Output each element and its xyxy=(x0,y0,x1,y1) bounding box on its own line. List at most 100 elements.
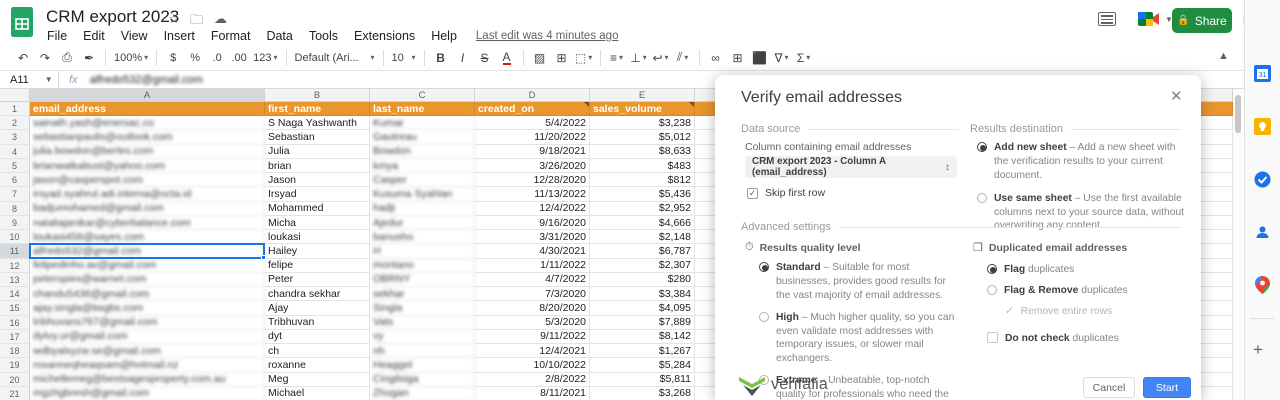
cell-B15[interactable]: Ajay xyxy=(265,301,370,315)
cell-E8[interactable]: $2,952 xyxy=(590,202,695,216)
cell-E7[interactable]: $5,436 xyxy=(590,187,695,201)
row-number[interactable]: 11 xyxy=(0,244,30,258)
column-header-B[interactable]: B xyxy=(265,89,370,102)
last-edit-link[interactable]: Last edit was 4 minutes ago xyxy=(476,30,619,42)
cell-D7[interactable]: 11/13/2022 xyxy=(475,187,590,201)
cell-C17[interactable]: vy xyxy=(370,330,475,344)
cell-E13[interactable]: $280 xyxy=(590,273,695,287)
cell-C13[interactable]: OBRNY xyxy=(370,273,475,287)
cell-B5[interactable]: brian xyxy=(265,159,370,173)
borders-button[interactable]: ⊞ xyxy=(551,47,573,69)
cell-D17[interactable]: 9/11/2022 xyxy=(475,330,590,344)
cell-E14[interactable]: $3,384 xyxy=(590,287,695,301)
cell-D21[interactable]: 8/11/2021 xyxy=(475,387,590,400)
text-rotation-button[interactable]: ⫽▾ xyxy=(672,47,694,69)
cell-A13[interactable]: peterspies@warnet.com xyxy=(30,273,265,287)
cell-B7[interactable]: Irsyad xyxy=(265,187,370,201)
cell-B8[interactable]: Mohammed xyxy=(265,202,370,216)
row-number[interactable]: 10 xyxy=(0,230,30,244)
cell-D2[interactable]: 5/4/2022 xyxy=(475,116,590,130)
cell-C10[interactable]: banusho xyxy=(370,230,475,244)
row-number[interactable]: 21 xyxy=(0,387,30,400)
cell-A17[interactable]: dytvy.ur@gmail.com xyxy=(30,330,265,344)
cell-B20[interactable]: Meg xyxy=(265,373,370,387)
zoom-select[interactable]: 100%▾ xyxy=(111,47,151,69)
cell-E21[interactable]: $3,268 xyxy=(590,387,695,400)
merge-cells-button[interactable]: ⬚▾ xyxy=(573,47,595,69)
cell-D16[interactable]: 5/3/2020 xyxy=(475,316,590,330)
document-title[interactable]: CRM export 2023 xyxy=(46,7,179,27)
cell-A15[interactable]: ajay.singla@bsgbs.com xyxy=(30,301,265,315)
cell-C12[interactable]: montano xyxy=(370,259,475,273)
strikethrough-button[interactable]: S xyxy=(474,47,496,69)
cell-B3[interactable]: Sebastian xyxy=(265,130,370,144)
bold-button[interactable]: B xyxy=(430,47,452,69)
cell-E4[interactable]: $8,633 xyxy=(590,145,695,159)
cell-A5[interactable]: brianwalkabust@yahoo.com xyxy=(30,159,265,173)
menu-data[interactable]: Data xyxy=(259,28,299,44)
close-icon[interactable]: ✕ xyxy=(1170,87,1183,105)
quality-option-high[interactable]: High – Much higher quality, so you can e… xyxy=(759,311,957,367)
column-header-A[interactable]: A xyxy=(30,89,265,102)
cell-D14[interactable]: 7/3/2020 xyxy=(475,287,590,301)
keep-icon[interactable] xyxy=(1251,115,1273,137)
cell-E6[interactable]: $812 xyxy=(590,173,695,187)
more-formats-button[interactable]: 123▾ xyxy=(250,47,280,69)
cell-D18[interactable]: 12/4/2021 xyxy=(475,344,590,358)
quality-option-standard[interactable]: Standard – Suitable for most businesses,… xyxy=(759,261,957,303)
row-number[interactable]: 3 xyxy=(0,130,30,144)
format-currency-button[interactable]: $ xyxy=(162,47,184,69)
duplicates-option-3[interactable]: ✓Remove entire rows xyxy=(1005,305,1177,319)
cell-A4[interactable]: julia.bowdon@berles.com xyxy=(30,145,265,159)
cloud-status-icon[interactable]: ☁ xyxy=(214,11,227,27)
column-header-D[interactable]: D xyxy=(475,89,590,102)
cell-C2[interactable]: Kumar xyxy=(370,116,475,130)
duplicates-option-2[interactable]: Flag & Remove duplicates xyxy=(987,284,1177,298)
cell-A3[interactable]: sebastianpaulis@outlook.com xyxy=(30,130,265,144)
cell-C14[interactable]: sekhar xyxy=(370,287,475,301)
row-number[interactable]: 14 xyxy=(0,287,30,301)
cell-E3[interactable]: $5,012 xyxy=(590,130,695,144)
cell-C11[interactable]: H xyxy=(370,244,475,258)
comment-history-icon[interactable] xyxy=(1098,12,1116,26)
cell-B4[interactable]: Julia xyxy=(265,145,370,159)
vertical-align-button[interactable]: ⊥▾ xyxy=(628,47,650,69)
menu-extensions[interactable]: Extensions xyxy=(347,28,422,44)
row-number[interactable]: 20 xyxy=(0,373,30,387)
row-number[interactable]: 7 xyxy=(0,187,30,201)
cell-B1[interactable]: first_name xyxy=(265,102,370,116)
cell-B18[interactable]: ch xyxy=(265,344,370,358)
italic-button[interactable]: I xyxy=(452,47,474,69)
cell-C20[interactable]: Cingilsiga xyxy=(370,373,475,387)
cell-C19[interactable]: Heaggel xyxy=(370,358,475,372)
font-size-select[interactable]: 10▾ xyxy=(389,47,419,69)
cell-B11[interactable]: Hailey xyxy=(265,244,370,258)
cell-D1[interactable]: created_on xyxy=(475,102,590,116)
row-number[interactable]: 6 xyxy=(0,173,30,187)
star-icon[interactable]: ☆ xyxy=(168,11,180,27)
cell-C9[interactable]: Ajedur xyxy=(370,216,475,230)
functions-button[interactable]: Σ▾ xyxy=(793,47,815,69)
cell-A2[interactable]: sainath.yash@enersac.co xyxy=(30,116,265,130)
cell-B9[interactable]: Micha xyxy=(265,216,370,230)
column-select[interactable]: CRM export 2023 - Column A (email_addres… xyxy=(745,156,957,178)
row-number[interactable]: 17 xyxy=(0,330,30,344)
horizontal-align-button[interactable]: ≡▾ xyxy=(606,47,628,69)
row-number[interactable]: 2 xyxy=(0,116,30,130)
cell-A10[interactable]: loukasi456@sayes.com xyxy=(30,230,265,244)
row-number[interactable]: 15 xyxy=(0,301,30,315)
grid-corner[interactable] xyxy=(0,89,30,102)
cell-C21[interactable]: Zhogan xyxy=(370,387,475,400)
meet-button[interactable]: ▼ xyxy=(1138,10,1173,28)
row-number[interactable]: 18 xyxy=(0,344,30,358)
cell-C3[interactable]: Gautreau xyxy=(370,130,475,144)
cell-D5[interactable]: 3/26/2020 xyxy=(475,159,590,173)
insert-link-button[interactable]: ∞ xyxy=(705,47,727,69)
cell-C16[interactable]: Vats xyxy=(370,316,475,330)
contacts-icon[interactable] xyxy=(1251,221,1273,243)
cell-B6[interactable]: Jason xyxy=(265,173,370,187)
row-number[interactable]: 4 xyxy=(0,145,30,159)
print-button[interactable]: ⎙ xyxy=(56,47,78,69)
cell-D4[interactable]: 9/18/2021 xyxy=(475,145,590,159)
cell-A7[interactable]: irsyad.syahrul.adi.interna@octa.id xyxy=(30,187,265,201)
